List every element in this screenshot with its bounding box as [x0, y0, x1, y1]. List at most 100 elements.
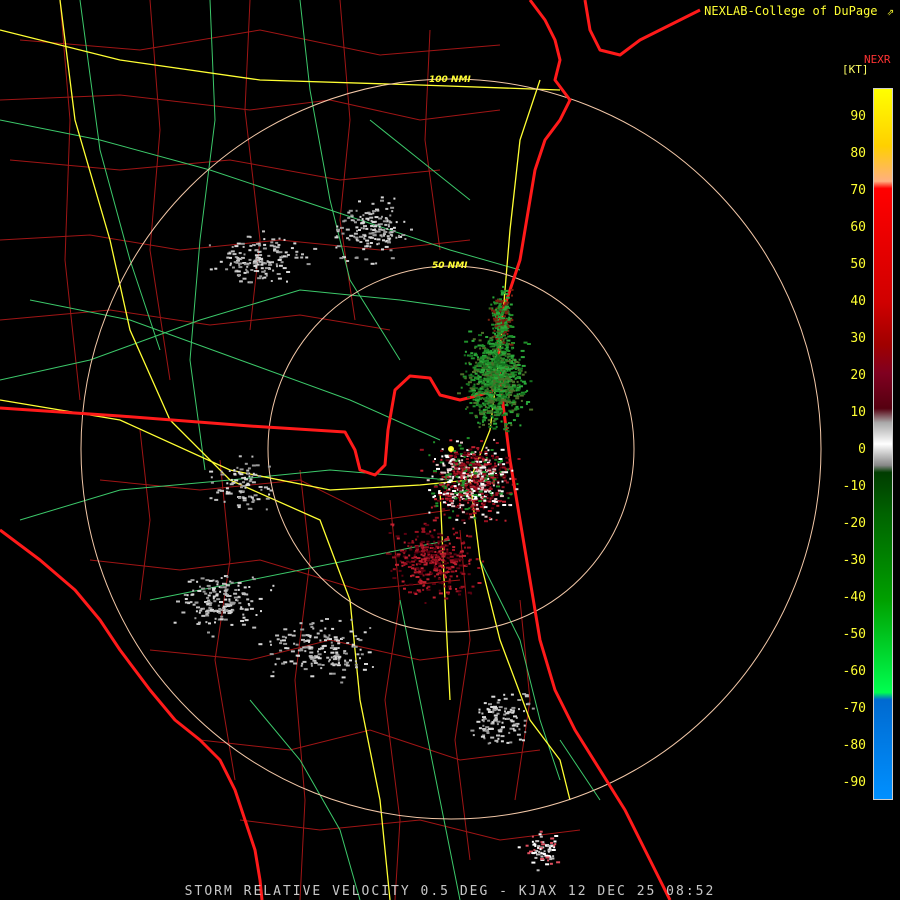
echo-gate	[472, 734, 475, 737]
echo-gate	[409, 583, 414, 586]
echo-gate	[503, 693, 506, 696]
echo-gate	[309, 636, 312, 639]
range-label-50nmi: 50 NMI	[432, 261, 468, 271]
echo-gate	[433, 566, 437, 568]
echo-gate	[424, 602, 427, 604]
echo-gate	[478, 493, 482, 496]
echo-gate	[431, 547, 434, 549]
echo-gate	[385, 207, 389, 210]
echo-gate	[258, 244, 262, 247]
echo-gate	[392, 577, 397, 580]
echo-gate	[500, 290, 503, 292]
echo-gate	[534, 856, 538, 859]
echo-gate	[444, 538, 449, 541]
echo-gate	[310, 646, 313, 649]
echo-gate	[194, 617, 197, 620]
echo-gate	[472, 385, 476, 388]
echo-gate	[253, 494, 258, 497]
echo-gate	[436, 556, 441, 559]
echo-gate	[208, 622, 211, 625]
echo-gate	[520, 406, 524, 409]
echo-gate	[519, 424, 522, 427]
colorbar-tick-label: -80	[842, 738, 866, 753]
echo-gate	[495, 389, 498, 391]
echo-gate	[380, 235, 383, 238]
echo-gate	[422, 584, 425, 587]
echo-gate	[190, 579, 195, 582]
echo-gate	[378, 225, 381, 228]
echo-gate	[446, 536, 449, 539]
echo-gate	[498, 407, 503, 410]
echo-gate	[284, 251, 288, 254]
echo-gate	[540, 852, 544, 855]
echo-gate	[207, 631, 210, 634]
echo-gate	[448, 587, 451, 590]
echo-gate	[339, 257, 344, 260]
echo-gate	[398, 569, 402, 572]
echo-gate	[368, 236, 373, 239]
echo-gate	[437, 536, 440, 539]
echo-gate	[354, 635, 358, 638]
echo-gate	[252, 472, 255, 475]
echo-gate	[441, 555, 446, 558]
echo-gate	[388, 553, 392, 555]
echo-gate	[479, 505, 484, 508]
echo-gate	[503, 697, 508, 700]
echo-gate	[475, 502, 478, 505]
echo-gate	[413, 554, 416, 557]
echo-gate	[237, 275, 240, 277]
echo-gate	[539, 830, 543, 833]
echo-gate	[500, 448, 505, 451]
echo-gate	[492, 353, 495, 356]
echo-gate	[508, 467, 512, 470]
echo-gate	[363, 234, 367, 237]
echo-gate	[444, 476, 447, 479]
echo-gate	[425, 562, 428, 565]
echo-gate	[507, 497, 510, 500]
echo-gate	[426, 540, 430, 543]
echo-gate	[526, 389, 529, 392]
echo-gate	[516, 483, 519, 485]
echo-gate	[471, 461, 476, 464]
echo-gate	[478, 727, 482, 730]
echo-gate	[430, 556, 434, 559]
range-label-100nmi: 100 NMI	[429, 75, 471, 85]
echo-gate	[431, 582, 436, 585]
echo-gate	[391, 210, 394, 213]
echo-gate	[494, 359, 498, 362]
radar-map[interactable]: 50 NMI 100 NMI	[0, 0, 900, 900]
echo-gate	[219, 260, 223, 263]
echo-gate	[514, 366, 518, 369]
echo-gate	[493, 419, 496, 422]
echo-gate	[251, 497, 254, 500]
echo-gate	[257, 277, 262, 280]
echo-gate	[496, 740, 499, 743]
echo-gate	[330, 656, 333, 659]
echo-gate	[429, 544, 433, 547]
echo-gate	[455, 570, 458, 573]
echo-gate	[238, 455, 242, 458]
echo-gate	[486, 406, 490, 409]
echo-gate	[356, 229, 358, 232]
echo-gate	[494, 349, 497, 352]
echo-gate	[346, 642, 350, 644]
echo-gate	[302, 660, 307, 663]
echo-gate	[426, 578, 430, 581]
echo-gate	[219, 601, 223, 603]
echo-gate	[384, 217, 388, 220]
echo-gate	[484, 520, 488, 523]
echo-gate	[509, 741, 513, 744]
echo-gate	[232, 266, 235, 269]
echo-gate	[359, 241, 363, 243]
echo-gate	[529, 380, 533, 383]
external-link-icon[interactable]: ⇗	[887, 4, 894, 18]
echo-gate	[438, 581, 442, 584]
echo-gate	[274, 663, 277, 666]
echo-gate	[550, 842, 554, 844]
echo-gate	[349, 234, 354, 237]
echo-gate	[435, 502, 439, 505]
echo-gate	[240, 486, 243, 489]
echo-gate	[466, 437, 470, 440]
echo-gate	[506, 741, 510, 744]
echo-gate	[478, 490, 483, 493]
